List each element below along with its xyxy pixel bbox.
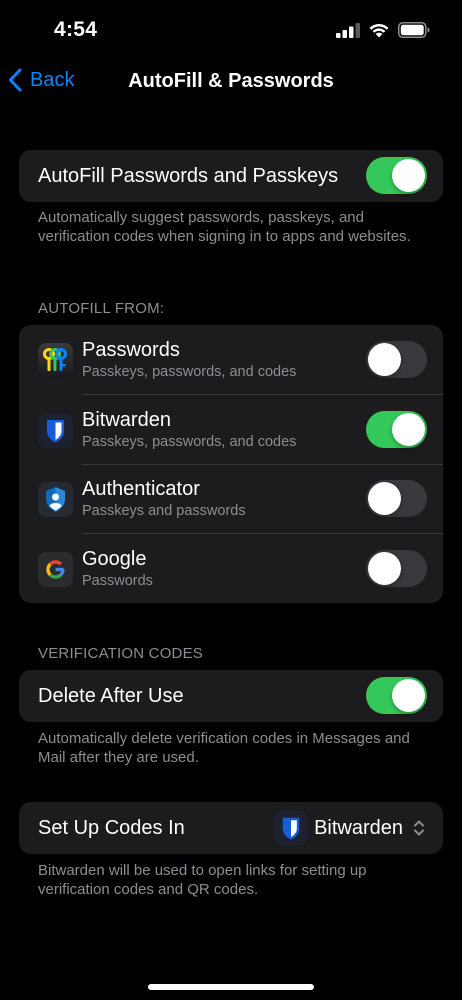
authenticator-toggle[interactable] [366, 480, 427, 517]
google-toggle[interactable] [366, 549, 427, 587]
toggle-knob [368, 482, 401, 515]
cellular-signal-icon [336, 22, 360, 38]
setup-codes-label: Set Up Codes In [38, 816, 185, 839]
setup-codes-row[interactable]: Set Up Codes In Bitwarden [19, 802, 443, 854]
setup-codes-group: Set Up Codes In Bitwarden [19, 802, 443, 854]
source-subtitle: Passkeys, passwords, and codes [82, 433, 297, 450]
toggle-knob [392, 679, 425, 712]
toggle-knob [368, 551, 401, 585]
verification-group: Delete After Use [19, 670, 443, 722]
battery-icon [398, 22, 430, 38]
source-subtitle: Passkeys and passwords [82, 503, 246, 519]
autofill-source-row-passwords: Passwords Passkeys, passwords, and codes [19, 325, 443, 395]
setup-codes-footer: Bitwarden will be used to open links for… [38, 862, 367, 898]
authenticator-app-icon [38, 482, 73, 517]
delete-after-use-row: Delete After Use [19, 670, 443, 722]
autofill-source-row-google: Google Passwords [19, 534, 443, 604]
page-title: AutoFill & Passwords [128, 70, 334, 92]
setup-codes-value: Bitwarden [314, 816, 403, 839]
chevron-up-down-icon [414, 820, 424, 836]
google-app-icon [38, 551, 73, 587]
bitwarden-text: Bitwarden Passkeys, passwords, and codes [82, 408, 296, 452]
source-title: Authenticator [82, 478, 200, 500]
authenticator-text: Authenticator Passkeys and passwords [82, 477, 246, 521]
autofill-from-group: Passwords Passkeys, passwords, and codes… [19, 325, 443, 603]
autofill-from-header: AUTOFILL FROM: [38, 300, 165, 317]
source-subtitle: Passwords [82, 572, 153, 589]
setup-codes-picker[interactable]: Bitwarden [274, 811, 425, 845]
toggle-knob [392, 412, 425, 446]
source-subtitle: Passkeys, passwords, and codes [82, 364, 297, 380]
autofill-footer: Automatically suggest passwords, passkey… [38, 209, 411, 245]
autofill-source-row-authenticator: Authenticator Passkeys and passwords [19, 464, 443, 534]
google-text: Google Passwords [82, 547, 153, 591]
autofill-group: AutoFill Passwords and Passkeys [19, 150, 443, 202]
bitwarden-toggle[interactable] [366, 410, 427, 448]
source-title: Passwords [82, 339, 180, 361]
passwords-toggle[interactable] [366, 341, 427, 378]
autofill-row: AutoFill Passwords and Passkeys [19, 150, 443, 202]
delete-after-use-toggle[interactable] [366, 677, 427, 714]
verification-codes-header: VERIFICATION CODES [38, 645, 204, 662]
delete-after-use-label: Delete After Use [38, 684, 184, 707]
status-bar: 4:54 [0, 0, 462, 60]
passwords-app-icon [38, 343, 73, 378]
bitwarden-app-icon [38, 412, 73, 448]
navigation-bar: Back AutoFill & Passwords [0, 60, 462, 104]
source-title: Google [82, 547, 147, 570]
status-icons [336, 22, 430, 38]
bitwarden-app-icon [274, 811, 309, 845]
wifi-icon [369, 24, 389, 38]
home-indicator [148, 984, 314, 990]
autofill-toggle[interactable] [366, 157, 427, 194]
toggle-knob [368, 343, 401, 376]
autofill-source-row-bitwarden: Bitwarden Passkeys, passwords, and codes [19, 395, 443, 465]
toggle-knob [392, 159, 425, 192]
passwords-text: Passwords Passkeys, passwords, and codes [82, 338, 296, 382]
delete-after-use-footer: Automatically delete verification codes … [38, 730, 410, 766]
status-time: 4:54 [54, 18, 98, 41]
source-title: Bitwarden [82, 408, 171, 431]
autofill-label: AutoFill Passwords and Passkeys [38, 164, 339, 187]
